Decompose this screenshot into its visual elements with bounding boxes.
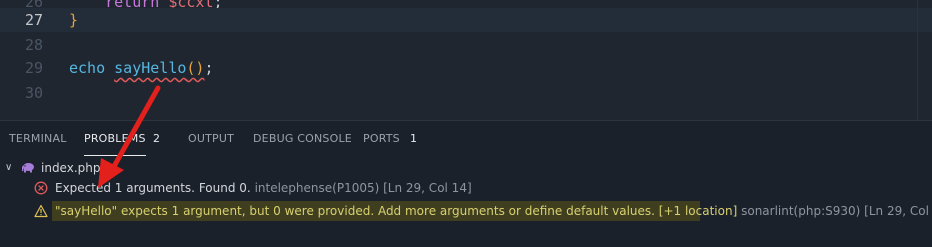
panel-tabs: TERMINAL PROBLEMS 2 OUTPUT DEBUG CONSOLE…	[0, 121, 932, 157]
editor-scrollbar[interactable]	[917, 0, 932, 120]
file-name: index.php	[41, 161, 101, 175]
problem-message: Expected 1 arguments. Found 0. intelephe…	[55, 177, 472, 199]
problems-count-badge: 2	[153, 132, 160, 145]
php-elephant-icon	[22, 163, 34, 173]
tab-output[interactable]: OUTPUT	[188, 132, 234, 148]
line-number: 28	[24, 36, 43, 54]
code-line-29[interactable]: 29 echo sayHello();	[0, 56, 932, 80]
problem-location: [Ln 29, Col 14]	[383, 181, 472, 195]
code-line-28[interactable]: 28	[0, 33, 932, 57]
closing-brace: }	[69, 11, 79, 29]
problem-source: sonarlint(php:S930)	[741, 204, 861, 218]
tab-terminal[interactable]: TERMINAL	[9, 132, 67, 148]
semicolon: ;	[204, 59, 214, 77]
warning-message: "sayHello" expects 1 argument, but 0 wer…	[55, 204, 738, 218]
echo-keyword: echo	[69, 59, 106, 77]
problem-row-warning[interactable]: "sayHello" expects 1 argument, but 0 wer…	[0, 200, 932, 222]
tab-debug-console[interactable]: DEBUG CONSOLE	[253, 132, 352, 148]
function-call-sayhello[interactable]: sayHello	[114, 59, 186, 77]
error-message: Expected 1 arguments. Found 0.	[55, 181, 251, 195]
ports-count-badge: 1	[410, 132, 417, 145]
line-number: 27	[24, 11, 43, 29]
warning-icon	[34, 204, 48, 218]
code-line-27[interactable]: 27 }	[0, 8, 932, 32]
error-icon	[34, 181, 48, 195]
problem-location: [Ln 29, Col 6]	[864, 204, 932, 218]
code-line-30[interactable]: 30	[0, 81, 932, 105]
bottom-panel: TERMINAL PROBLEMS 2 OUTPUT DEBUG CONSOLE…	[0, 120, 932, 247]
call-parens: ()	[186, 59, 205, 77]
file-group-row[interactable]: ∨ index.php	[0, 157, 932, 179]
chevron-down-icon[interactable]: ∨	[5, 157, 12, 179]
code-text[interactable]: echo sayHello();	[69, 56, 214, 80]
problem-source: intelephense(P1005)	[254, 181, 380, 195]
tab-problems[interactable]: PROBLEMS	[84, 132, 146, 156]
code-editor[interactable]: 26 return $ccxt; 27 } 28 29 echo sayHell…	[0, 0, 932, 120]
tab-ports[interactable]: PORTS	[363, 132, 400, 148]
line-number: 29	[24, 59, 43, 77]
problem-row-error[interactable]: Expected 1 arguments. Found 0. intelephe…	[0, 177, 932, 199]
line-number: 30	[24, 84, 43, 102]
problem-message: "sayHello" expects 1 argument, but 0 wer…	[55, 200, 932, 222]
